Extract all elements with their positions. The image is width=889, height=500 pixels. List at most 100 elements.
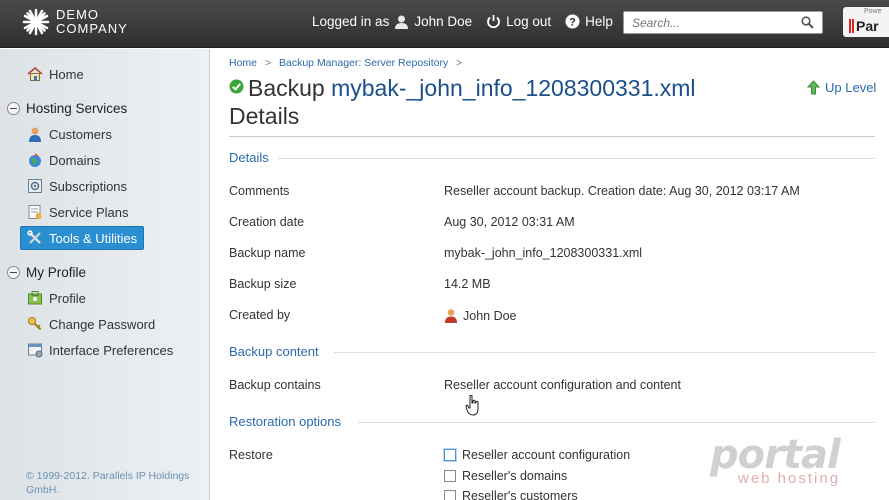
up-arrow-icon xyxy=(806,80,821,95)
search-icon[interactable] xyxy=(801,16,814,29)
search-input[interactable] xyxy=(624,12,794,33)
top-bar: DEMO COMPANY Logged in as John Doe Log o… xyxy=(0,0,889,48)
title-backup-name: mybak-_john_info_1208300331.xml xyxy=(331,75,696,101)
section-hosting-services[interactable]: Hosting Services xyxy=(7,101,127,116)
option-label: Reseller's domains xyxy=(462,469,568,483)
preferences-icon xyxy=(28,343,43,358)
sidebar-item-tools-utilities[interactable]: Tools & Utilities xyxy=(20,226,145,250)
sidebar-item-label: Interface Preferences xyxy=(49,342,174,358)
key-icon xyxy=(28,317,42,331)
logo-burst-icon xyxy=(22,8,50,36)
service-plans-icon xyxy=(28,205,42,219)
watermark-line2: web hosting xyxy=(738,470,841,487)
field-label: Restore xyxy=(229,448,273,462)
sidebar-item-label: Service Plans xyxy=(49,204,129,220)
sidebar-item-label: Change Password xyxy=(49,316,156,332)
option-label: Reseller's customers xyxy=(462,489,578,500)
section-title-restoration-options: Restoration options xyxy=(229,414,342,429)
section-divider xyxy=(358,422,875,423)
restore-option-account-configuration[interactable]: Reseller account configuration xyxy=(444,448,630,462)
sidebar-item-service-plans[interactable]: Service Plans xyxy=(27,204,128,220)
breadcrumb-separator: > xyxy=(264,57,272,69)
sidebar-item-domains[interactable]: Domains xyxy=(27,152,100,168)
field-label: Backup size xyxy=(229,277,297,291)
logged-in-label: Logged in as xyxy=(312,14,390,29)
breadcrumb-home-link[interactable]: Home xyxy=(229,57,257,69)
field-value: Reseller account configuration and conte… xyxy=(444,378,681,392)
restore-option-customers[interactable]: Reseller's customers xyxy=(444,489,578,500)
field-label: Backup contains xyxy=(229,378,321,392)
brand-big-text: Par xyxy=(856,18,879,34)
sidebar-item-label: Home xyxy=(49,66,84,82)
logo-text: DEMO COMPANY xyxy=(56,8,128,36)
help-label: Help xyxy=(585,14,613,29)
portal-watermark-logo: portal web hosting xyxy=(708,432,868,492)
logout-link[interactable]: Log out xyxy=(486,14,551,29)
created-by-link[interactable]: John Doe xyxy=(463,309,517,323)
user-name-link[interactable]: John Doe xyxy=(414,14,472,29)
section-label: Hosting Services xyxy=(26,101,128,116)
brand-bars-icon xyxy=(849,19,854,33)
checkbox[interactable] xyxy=(444,449,456,461)
section-divider xyxy=(278,158,875,159)
user-icon xyxy=(445,309,457,323)
parallels-brand: Powe Par xyxy=(843,7,889,37)
page-title: Backup mybak-_john_info_1208300331.xml D… xyxy=(229,74,789,130)
up-level-label: Up Level xyxy=(825,80,877,95)
checkbox[interactable] xyxy=(444,470,456,482)
power-icon xyxy=(487,15,500,29)
section-title-details: Details xyxy=(229,150,269,165)
field-value: mybak-_john_info_1208300331.xml xyxy=(444,246,643,260)
created-by-value: John Doe xyxy=(444,308,517,323)
collapse-icon xyxy=(7,266,20,279)
sidebar-item-label: Tools & Utilities xyxy=(49,230,138,246)
sidebar-item-interface-preferences[interactable]: Interface Preferences xyxy=(27,342,173,358)
restore-option-domains[interactable]: Reseller's domains xyxy=(444,469,567,483)
sidebar-item-subscriptions[interactable]: Subscriptions xyxy=(27,178,127,194)
title-divider xyxy=(229,136,875,137)
copyright-text: © 1999-2012. Parallels IP Holdings GmbH. xyxy=(26,470,190,496)
check-status-icon xyxy=(229,79,244,94)
breadcrumb-repo-link[interactable]: Backup Manager: Server Repository xyxy=(279,57,448,69)
field-value: Aug 30, 2012 03:31 AM xyxy=(444,215,575,229)
sidebar-item-profile[interactable]: Profile xyxy=(27,290,86,306)
checkbox[interactable] xyxy=(444,490,456,500)
section-my-profile[interactable]: My Profile xyxy=(7,265,86,280)
mouse-cursor-icon xyxy=(465,395,479,416)
brand-small-text: Powe xyxy=(864,8,882,15)
help-icon: ? xyxy=(565,14,580,29)
tools-icon xyxy=(27,230,41,244)
sidebar-item-customers[interactable]: Customers xyxy=(27,126,112,142)
field-value: 14.2 MB xyxy=(444,277,491,291)
option-label: Reseller account configuration xyxy=(462,448,631,462)
title-suffix: Details xyxy=(229,103,300,129)
field-value: Reseller account backup. Creation date: … xyxy=(444,184,800,198)
company-logo[interactable]: DEMO COMPANY xyxy=(22,8,128,36)
section-title-backup-content: Backup content xyxy=(229,344,319,359)
section-divider xyxy=(334,352,875,353)
home-icon xyxy=(27,66,43,81)
sidebar-item-label: Profile xyxy=(49,290,86,306)
sidebar-item-home[interactable]: Home xyxy=(27,66,84,82)
customers-icon xyxy=(29,127,41,142)
field-label: Created by xyxy=(229,308,291,322)
collapse-icon xyxy=(7,102,20,115)
user-icon xyxy=(395,15,409,29)
field-label: Backup name xyxy=(229,246,306,260)
logged-in-info: Logged in as John Doe xyxy=(312,14,472,29)
logo-line1: DEMO xyxy=(56,7,99,22)
logout-label: Log out xyxy=(506,14,552,29)
sidebar-item-change-password[interactable]: Change Password xyxy=(27,316,155,332)
profile-icon xyxy=(28,291,42,305)
section-label: My Profile xyxy=(26,265,87,280)
up-level-link[interactable]: Up Level xyxy=(806,80,876,95)
sidebar-item-label: Subscriptions xyxy=(49,178,128,194)
field-label: Creation date xyxy=(229,215,305,229)
user-box: Logged in as John Doe Log out ? Help xyxy=(312,14,627,29)
logo-line2: COMPANY xyxy=(56,21,128,36)
subscriptions-icon xyxy=(28,179,42,193)
svg-text:?: ? xyxy=(569,17,576,29)
help-link[interactable]: ? Help xyxy=(565,14,613,29)
field-label: Comments xyxy=(229,184,290,198)
search-box xyxy=(623,11,823,34)
